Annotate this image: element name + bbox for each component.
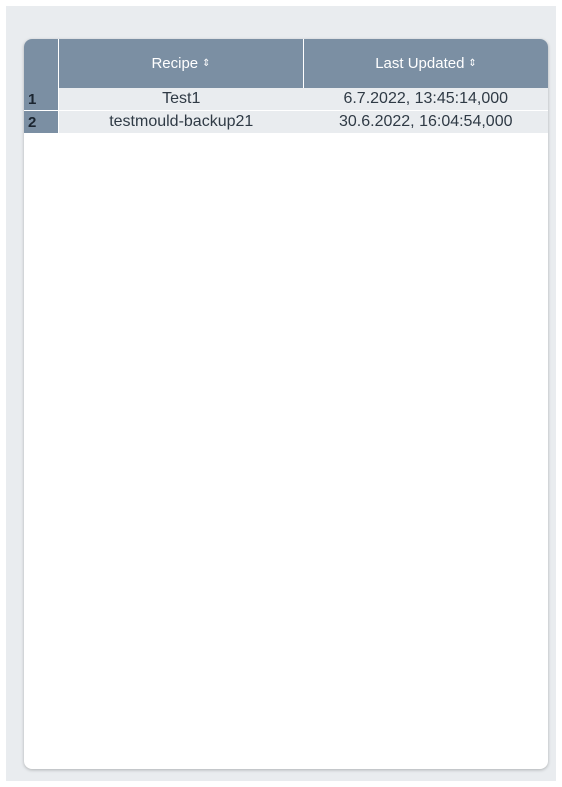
- column-header-last-updated[interactable]: Last Updated ⇕: [303, 39, 548, 88]
- recipe-name-cell[interactable]: testmould-backup21: [58, 110, 304, 133]
- column-header-label: Last Updated: [375, 55, 465, 72]
- row-index: 1: [24, 88, 59, 111]
- column-header-label: Recipe: [151, 55, 199, 72]
- row-index-header: [24, 39, 59, 88]
- sort-icon[interactable]: ⇕: [468, 59, 476, 69]
- recipe-table: Recipe ⇕ Last Updated ⇕ 1 Test1 6.7.2022, …: [24, 39, 548, 133]
- last-updated-cell[interactable]: 6.7.2022, 13:45:14,000: [303, 88, 548, 111]
- table-header-row: Recipe ⇕ Last Updated ⇕: [24, 39, 548, 88]
- row-index: 2: [24, 110, 59, 133]
- recipe-list-container: Recipe ⇕ Last Updated ⇕ 1 Test1 6.7.2022, …: [6, 6, 556, 781]
- table-row[interactable]: 2 testmould-backup21 30.6.2022, 16:04:54…: [24, 110, 548, 133]
- table-row[interactable]: 1 Test1 6.7.2022, 13:45:14,000: [24, 88, 548, 111]
- sort-icon[interactable]: ⇕: [202, 59, 210, 69]
- recipe-table-panel: Recipe ⇕ Last Updated ⇕ 1 Test1 6.7.2022, …: [24, 39, 548, 769]
- column-header-recipe[interactable]: Recipe ⇕: [58, 39, 304, 88]
- last-updated-cell[interactable]: 30.6.2022, 16:04:54,000: [303, 110, 548, 133]
- recipe-name-cell[interactable]: Test1: [58, 88, 304, 111]
